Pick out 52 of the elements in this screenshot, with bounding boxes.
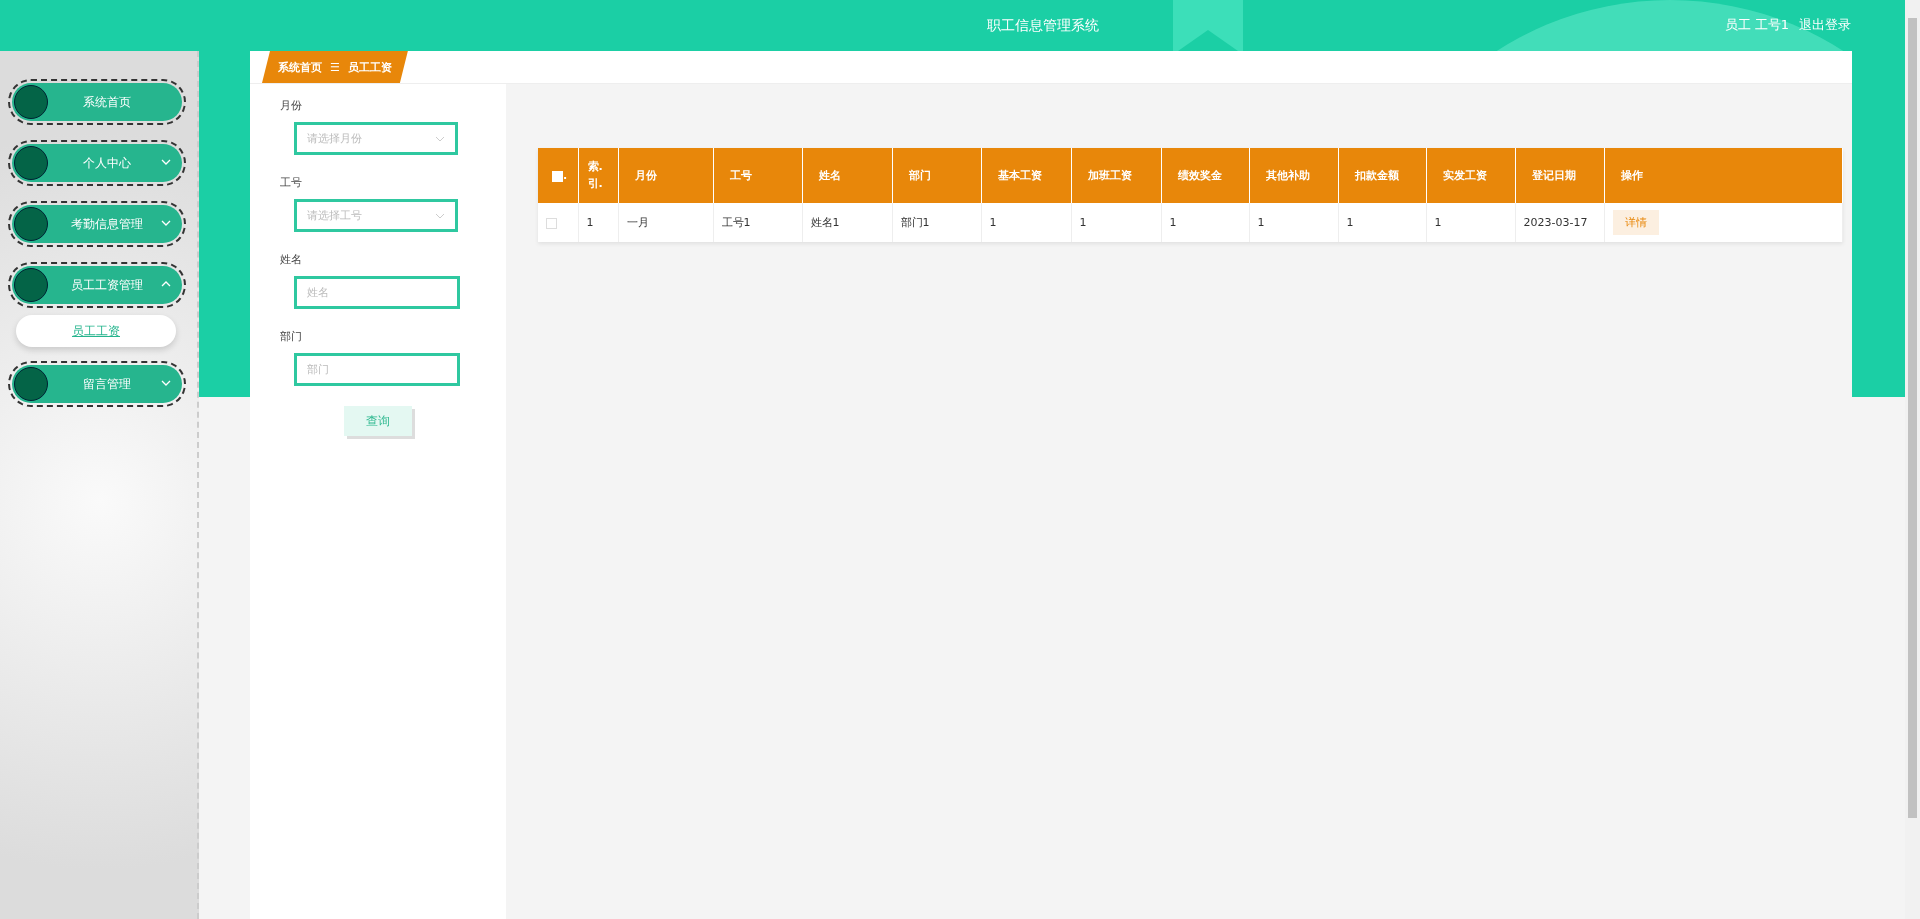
table-header-cell: 扣款金额 — [1338, 148, 1426, 203]
table-header-cell: 索.引. — [578, 148, 618, 203]
table-cell: 部门1 — [892, 203, 981, 242]
table-header-cell: 工号 — [713, 148, 802, 203]
field-label: 姓名 — [280, 252, 303, 267]
chevron-down-icon — [435, 212, 445, 219]
table-cell: 1 — [1249, 203, 1338, 242]
table-cell: 1 — [578, 203, 618, 242]
scrollbar[interactable] — [1905, 0, 1920, 919]
table-cell: 1 — [1161, 203, 1249, 242]
table-header-cell: 绩效奖金 — [1161, 148, 1249, 203]
table-cell: 1 — [1426, 203, 1515, 242]
menu-circle-icon — [14, 85, 48, 119]
select-all-checkbox[interactable] — [552, 170, 563, 182]
breadcrumb-separator-icon: ☰ — [330, 60, 340, 74]
table-header-cell: 登记日期 — [1515, 148, 1604, 203]
table-header-cell: 实发工资 — [1426, 148, 1515, 203]
user-name: 员工 工号1 — [1724, 16, 1789, 34]
row-checkbox[interactable] — [546, 217, 557, 229]
table-cell: 1 — [981, 203, 1071, 242]
search-button[interactable]: 查询 — [344, 406, 412, 436]
menu-circle-icon — [14, 268, 48, 302]
field-label: 部门 — [280, 329, 303, 344]
input-field[interactable]: 姓名 — [294, 276, 460, 309]
table-header-cell: 基本工资 — [981, 148, 1071, 203]
table-cell: 1 — [1338, 203, 1426, 242]
table-header-cell: 姓名 — [802, 148, 892, 203]
table-cell: 1 — [1071, 203, 1161, 242]
field-label: 工号 — [280, 175, 303, 190]
breadcrumb-link[interactable]: 员工工资 — [347, 59, 392, 75]
menu-circle-icon — [14, 146, 48, 180]
chevron-down-icon — [435, 135, 445, 142]
table-header-cell: 其他补助 — [1249, 148, 1338, 203]
breadcrumb-link[interactable]: 系统首页 — [278, 59, 322, 75]
select-field[interactable]: 请选择月份 — [294, 122, 458, 155]
menu-circle-icon — [14, 367, 48, 401]
table-cell: 一月 — [618, 203, 713, 242]
details-button[interactable]: 详情 — [1612, 210, 1659, 235]
menu-circle-icon — [14, 207, 48, 241]
table-header-cell: . — [538, 148, 578, 203]
submenu-item[interactable]: 员工工资 — [16, 315, 176, 347]
table-cell: 姓名1 — [802, 203, 892, 242]
table-header-cell: 操作 — [1604, 148, 1842, 203]
table-cell: 工号1 — [713, 203, 802, 242]
table-cell: 2023-03-17 — [1515, 203, 1604, 242]
logout-link[interactable]: 退出登录 — [1799, 16, 1851, 34]
app-title: 职工信息管理系统 — [986, 17, 1099, 33]
field-label: 月份 — [280, 98, 303, 113]
table-header-cell: 部门 — [892, 148, 981, 203]
table-header-cell: 加班工资 — [1071, 148, 1161, 203]
table-header-cell: 月份 — [618, 148, 713, 203]
input-field[interactable]: 部门 — [294, 353, 460, 386]
